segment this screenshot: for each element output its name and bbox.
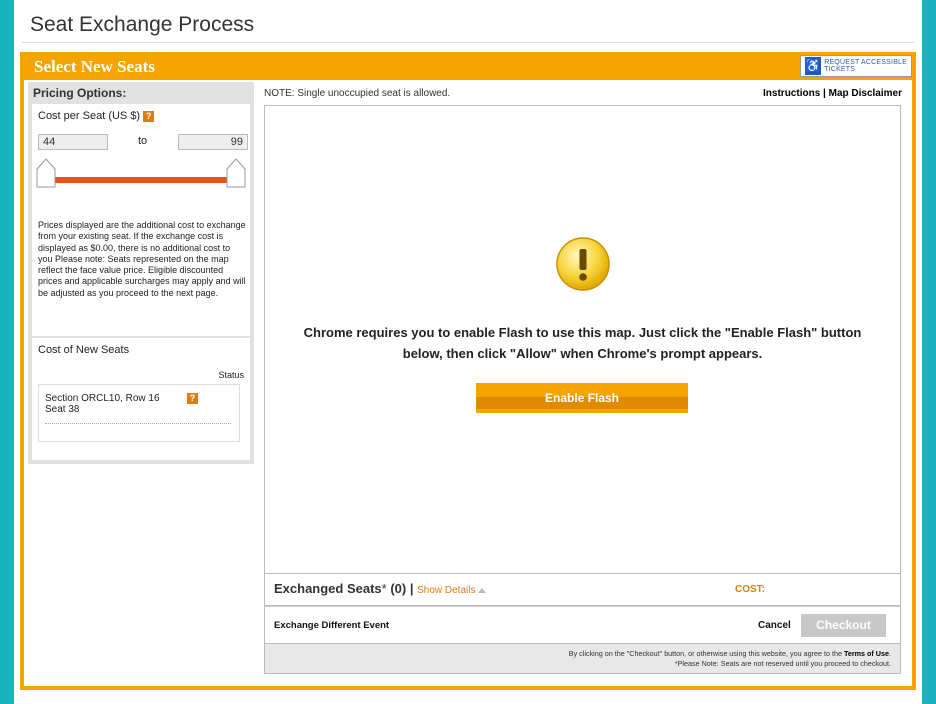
price-min-input[interactable] (38, 134, 108, 150)
cost-of-new-seats-title: Cost of New Seats (38, 344, 130, 356)
slider-handle-max-icon[interactable] (226, 158, 246, 188)
terms-of-use-link[interactable]: Terms of Use (844, 649, 889, 658)
frame-title: Select New Seats (34, 57, 155, 76)
terms-line1: By clicking on the "Checkout" button, or… (265, 649, 891, 659)
seat-number: Seat 38 (45, 404, 80, 415)
exchange-different-event-link[interactable]: Exchange Different Event (274, 620, 389, 631)
cancel-link[interactable]: Cancel (758, 620, 791, 631)
pricing-panel: Cost per Seat (US $) ? to Prices display… (32, 104, 250, 336)
map-disclaimer-link[interactable]: Map Disclaimer (829, 88, 902, 99)
cost-label: COST: (735, 584, 765, 595)
title-divider (22, 42, 914, 43)
slider-handle-min-icon[interactable] (36, 158, 56, 188)
single-seat-note: NOTE: Single unoccupied seat is allowed. (264, 88, 451, 99)
flash-message-line1: Chrome requires you to enable Flash to u… (303, 325, 862, 340)
frame-content: Pricing Options: Cost per Seat (US $) ? … (24, 80, 912, 686)
wheelchair-icon: ♿ (805, 57, 822, 75)
checkout-button[interactable]: Checkout (801, 614, 886, 637)
status-column-label: Status (218, 370, 244, 380)
terms-notice: By clicking on the "Checkout" button, or… (264, 644, 901, 674)
seat-map-area: Chrome requires you to enable Flash to u… (264, 105, 901, 574)
exchanged-count: (0) (386, 581, 410, 596)
page-title: Seat Exchange Process (30, 13, 255, 36)
warning-icon (556, 237, 610, 291)
exchanged-seats-bar: Exchanged Seats* (0) | Show Details COST… (264, 574, 901, 606)
seat-section-row: Section ORCL10, Row 16 (45, 393, 160, 404)
top-links: Instructions | Map Disclaimer (763, 88, 902, 99)
pricing-sidebar: Pricing Options: Cost per Seat (US $) ? … (28, 82, 254, 464)
request-accessible-tickets-button[interactable]: ♿ REQUEST ACCESSIBLE TICKETS (800, 55, 912, 77)
seat-help-icon[interactable]: ? (187, 393, 198, 404)
terms-prefix: By clicking on the "Checkout" button, or… (568, 649, 844, 658)
exchanged-seats-label: Exchanged Seats (274, 581, 382, 596)
exchanged-divider: | (409, 581, 418, 596)
exchanged-seats-title: Exchanged Seats* (0) | Show Details (274, 581, 487, 596)
select-seats-frame: Select New Seats ♿ REQUEST ACCESSIBLE TI… (20, 52, 916, 690)
frame-header: Select New Seats ♿ REQUEST ACCESSIBLE TI… (20, 52, 916, 80)
price-disclaimer-text: Prices displayed are the additional cost… (38, 220, 246, 298)
terms-suffix: . (889, 649, 891, 658)
enable-flash-message: Chrome requires you to enable Flash to u… (275, 322, 890, 364)
seat-description: Section ORCL10, Row 16 Seat 38 (45, 393, 175, 415)
enable-flash-button[interactable]: Enable Flash (476, 383, 688, 413)
triangle-up-icon (478, 588, 487, 593)
cost-per-seat-label: Cost per Seat (US $) ? (38, 110, 155, 122)
page: Seat Exchange Process Select New Seats ♿… (14, 0, 922, 704)
price-max-input[interactable] (178, 134, 248, 150)
help-icon[interactable]: ? (143, 110, 155, 122)
new-seats-panel: Cost of New Seats Status Section ORCL10,… (32, 338, 250, 460)
enable-flash-label: Enable Flash (544, 391, 620, 405)
show-details-link[interactable]: Show Details (417, 585, 487, 596)
instructions-link[interactable]: Instructions (763, 88, 820, 99)
links-separator: | (820, 88, 829, 99)
action-bar: Exchange Different Event Cancel Checkout (264, 606, 901, 644)
pricing-options-heading: Pricing Options: (33, 86, 127, 100)
cost-per-seat-text: Cost per Seat (US $) (38, 110, 141, 122)
price-slider-range[interactable] (46, 177, 236, 183)
accessible-button-label: REQUEST ACCESSIBLE TICKETS (824, 59, 908, 73)
flash-message-line2: below, then click "Allow" when Chrome's … (402, 346, 763, 361)
terms-line2: *Please Note: Seats are not reserved unt… (674, 659, 891, 668)
price-range-to-label: to (138, 135, 148, 147)
seat-card: Section ORCL10, Row 16 Seat 38 ? (38, 384, 240, 442)
show-details-label: Show Details (417, 585, 476, 596)
seat-divider (45, 423, 231, 424)
